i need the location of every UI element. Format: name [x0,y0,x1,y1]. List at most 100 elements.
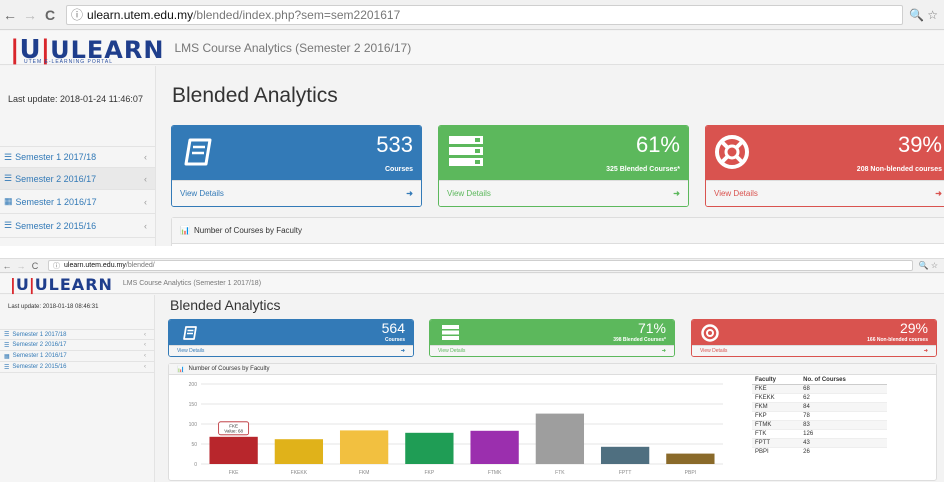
sidebar-item-label: Semester 1 2017/18 [15,152,97,162]
sidebar-item-label: Semester 2 2015/16 [12,364,67,370]
y-tick-label: 200 [189,382,198,388]
address-bar[interactable]: ⓘ ulearn.utem.edu.my /blended/index.php?… [66,4,903,25]
nonblended-view-details-link[interactable]: View Details ➜ [692,345,936,356]
chart-heading-label: Number of Courses by Faculty [188,366,270,372]
table-header-courses: No. of Courses [800,376,887,385]
url-host: ulearn.utem.edu.my [87,7,194,22]
forward-icon[interactable]: → [14,261,28,271]
list-icon: ☰ [4,173,13,183]
reload-icon[interactable]: C [28,261,42,271]
sidebar-item-semester-2-2016-17[interactable]: ☰ Semester 2 2016/17 ‹ [0,168,155,190]
sidebar-item-semester-2-2015-16[interactable]: ☰ Semester 2 2015/16 ‹ [0,362,154,373]
app-header: |U| ULEARN UTEM E-LEARNING PORTAL LMS Co… [0,31,944,65]
address-bar[interactable]: ⓘ ulearn.utem.edu.my /blended/ [48,260,913,271]
reload-icon[interactable]: C [40,7,60,23]
life-ring-icon [715,135,749,169]
sidebar-item-semester-1-2017-18[interactable]: ☰ Semester 1 2017/18 ‹ [0,146,155,168]
logo-mark: |U| [10,274,35,294]
sidebar-item-label: Semester 2 2015/16 [15,220,97,231]
ulearn-logo[interactable]: |U| ULEARN [10,275,113,293]
back-icon[interactable]: ← [0,7,20,23]
forward-icon[interactable]: → [20,7,40,23]
server-icon [449,136,483,166]
sidebar-item-semester-1-2016-17[interactable]: ▦ Semester 1 2016/17 ‹ [0,351,154,362]
faculty-cell: FKEKK [752,393,801,403]
y-tick-label: 50 [191,442,197,448]
blended-panel: 61% 325 Blended Courses* View Details ➜ [438,125,689,207]
nonblended-panel: 29% 166 Non-blended courses View Details… [691,319,937,357]
courses-panel: 533 Courses View Details ➜ [171,125,422,207]
chart-panel: 📊 Number of Courses by Faculty [171,217,944,246]
faculty-table: Faculty No. of Courses FKE 68 FKEKK 62 FKM… [752,376,887,456]
courses-panel: 564 Courses View Details ➜ [168,319,414,357]
url-host: ulearn.utem.edu.my [64,262,126,269]
x-tick-label: FTK [555,470,565,476]
sidebar-item-semester-1-2017-18[interactable]: ☰ Semester 1 2017/18 ‹ [0,329,154,340]
nonblended-view-details-link[interactable]: View Details ➜ [706,180,944,206]
blended-panel: 71% 398 Blended Courses* View Details ➜ [429,319,675,357]
chevron-left-icon: ‹ [144,152,147,162]
sidebar-item-label: Semester 2 2016/17 [12,342,67,348]
ulearn-logo[interactable]: |U| ULEARN UTEM E-LEARNING PORTAL [10,33,164,65]
courses-view-details-link[interactable]: View Details ➜ [172,180,421,206]
bar-chart-icon: 📊 [177,366,185,373]
app-header: |U| ULEARN LMS Course Analytics (Semeste… [0,274,944,294]
server-icon [442,325,459,340]
count-cell: 83 [800,420,887,430]
zoom-bookmark-icons[interactable]: 🔍 ☆ [919,261,938,270]
table-row: FKP 78 [752,411,887,421]
sidebar-item-semester-2-2015-16[interactable]: ☰ Semester 2 2015/16 ‹ [0,214,155,238]
url-path: /blended/ [125,262,155,269]
back-icon[interactable]: ← [0,261,14,271]
arrow-circle-right-icon: ➜ [661,348,666,354]
y-tick-label: 150 [189,402,198,408]
chart-heading: 📊 Number of Courses by Faculty [172,218,944,244]
chart-panel: 📊 Number of Courses by Faculty 200 150 100… [168,363,937,481]
sidebar-item-semester-1-2016-17[interactable]: ▦ Semester 1 2016/17 ‹ [0,190,155,214]
chevron-left-icon: ‹ [144,353,146,359]
view-details-label: View Details [177,348,205,354]
book-icon [184,138,212,166]
table-header-row: Faculty No. of Courses [752,376,887,385]
blended-view-details-link[interactable]: View Details ➜ [430,345,674,356]
table-row: PBPI 26 [752,447,887,456]
faculty-cell: PBPI [752,447,801,456]
sidebar-item-label: Semester 2 2016/17 [15,173,97,184]
info-icon[interactable]: ⓘ [71,6,83,23]
blended-view-details-link[interactable]: View Details ➜ [439,180,688,206]
courses-view-details-link[interactable]: View Details ➜ [169,345,413,356]
page-title: Blended Analytics [170,297,281,313]
last-update: Last update: 2018-01-24 11:46:07 [8,94,143,104]
list-icon: ☰ [4,220,13,230]
logo-tagline: UTEM E-LEARNING PORTAL [24,58,114,65]
bar-fke [209,436,258,464]
table-row: FTMK 83 [752,420,887,430]
arrow-circle-right-icon: ➜ [673,189,680,198]
count-cell: 84 [800,402,887,412]
list-icon: ☰ [4,342,10,349]
x-tick-label: FKE [229,470,239,476]
sidebar-item-semester-2-2016-17[interactable]: ☰ Semester 2 2016/17 ‹ [0,340,154,351]
view-details-label: View Details [438,348,466,354]
logo-wordmark: ULEARN [34,274,113,294]
sidebar-item-label: Semester 1 2017/18 [12,331,67,338]
blended-percent: 71% [637,320,666,336]
sidebar: Last update: 2018-01-18 08:46:31 ☰ Semes… [0,295,155,482]
x-tick-label: FTMK [488,470,502,476]
header-title: LMS Course Analytics (Semester 1 2017/18… [122,280,262,287]
count-cell: 43 [800,438,887,448]
courses-label: Courses [384,166,413,173]
blended-label: 325 Blended Courses* [606,166,680,173]
bar-fptt [600,446,650,464]
browser-toolbar: ← → C ⓘ ulearn.utem.edu.my /blended/ 🔍 ☆ [0,259,944,273]
zoom-bookmark-icons[interactable]: 🔍 ☆ [909,8,938,22]
bar-chart-icon: 📊 [180,226,190,235]
arrow-circle-right-icon: ➜ [923,348,928,354]
x-tick-label: FPTT [619,470,632,476]
faculty-cell: FKE [752,384,801,394]
bar-fkm [339,430,389,464]
bar-fkp [405,432,454,464]
nonblended-percent: 39% [897,132,942,157]
view-details-label: View Details [714,189,758,198]
info-icon[interactable]: ⓘ [53,261,60,270]
